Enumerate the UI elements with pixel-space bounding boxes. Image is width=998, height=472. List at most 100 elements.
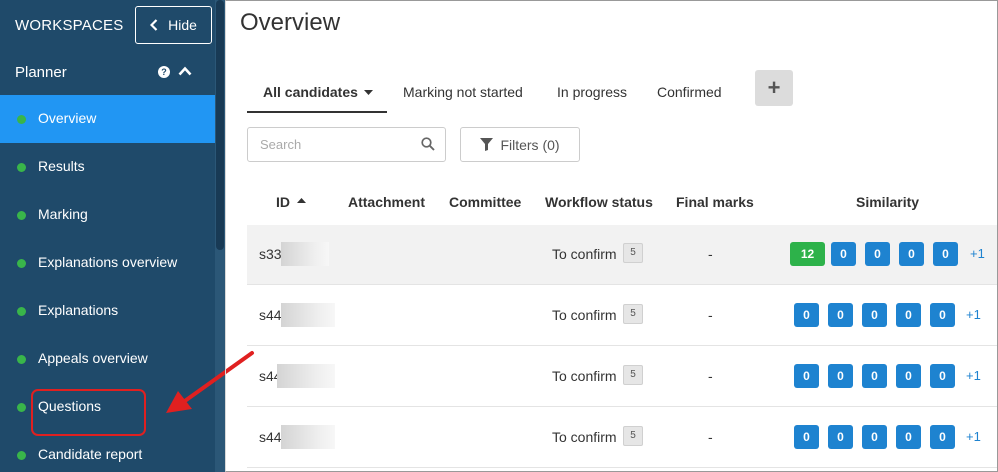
similarity-badge[interactable]: 0	[828, 425, 853, 449]
sidebar-item-candidate-report[interactable]: Candidate report	[0, 431, 215, 472]
similarity-badge[interactable]: 0	[862, 425, 887, 449]
similarity-badge[interactable]: 0	[794, 425, 819, 449]
similarity-more-link[interactable]: +1	[966, 307, 981, 322]
table-row[interactable]: s33 To confirm 5 - 12 0 0 0 0 +1	[247, 225, 997, 285]
similarity-badge[interactable]: 0	[899, 242, 924, 266]
table-row[interactable]: s44 To confirm 5 - 0 0 0 0 0 +1	[247, 408, 997, 468]
help-icon[interactable]: ?	[158, 66, 170, 78]
sidebar-item-label: Candidate report	[38, 446, 143, 462]
sidebar-item-label: Results	[38, 158, 85, 174]
active-tab-underline	[247, 111, 387, 113]
workflow-count-badge: 5	[623, 304, 643, 324]
sidebar-item-results[interactable]: Results	[0, 143, 215, 191]
similarity-badge[interactable]: 0	[930, 425, 955, 449]
redacted-id-block	[277, 364, 335, 388]
sidebar-item-label: Explanations	[38, 302, 119, 318]
candidate-id: s44	[259, 429, 282, 445]
status-dot	[17, 163, 26, 172]
similarity-badge[interactable]: 0	[930, 303, 955, 327]
status-dot	[17, 115, 26, 124]
column-header-similarity[interactable]: Similarity	[856, 194, 919, 210]
plus-icon: +	[767, 75, 781, 100]
add-tab-button[interactable]: +	[755, 70, 793, 106]
status-dot	[17, 307, 26, 316]
similarity-more-link[interactable]: +1	[970, 246, 985, 261]
column-header-attachment[interactable]: Attachment	[348, 194, 425, 210]
workflow-status: To confirm	[552, 429, 617, 445]
page-title: Overview	[240, 9, 341, 36]
chevron-up-icon[interactable]	[178, 66, 192, 76]
tab-all-candidates[interactable]: All candidates	[263, 84, 358, 100]
similarity-badge[interactable]: 0	[896, 303, 921, 327]
similarity-badge[interactable]: 0	[930, 364, 955, 388]
similarity-more-link[interactable]: +1	[966, 368, 981, 383]
similarity-more-link[interactable]: +1	[966, 429, 981, 444]
similarity-badge[interactable]: 0	[828, 364, 853, 388]
final-mark: -	[708, 246, 713, 262]
status-dot	[17, 211, 26, 220]
status-dot	[17, 403, 26, 412]
filters-label: Filters (0)	[500, 136, 560, 153]
tab-marking-not-started[interactable]: Marking not started	[403, 84, 523, 100]
search-box[interactable]	[247, 127, 446, 162]
similarity-badge[interactable]: 0	[933, 242, 958, 266]
sidebar-item-explanations[interactable]: Explanations	[0, 287, 215, 335]
column-header-id[interactable]: ID	[276, 194, 290, 210]
workflow-count-badge: 5	[623, 243, 643, 263]
similarity-badge[interactable]: 0	[862, 303, 887, 327]
workspaces-header: WORKSPACES Hide	[0, 0, 215, 50]
workflow-count-badge: 5	[623, 365, 643, 385]
status-dot	[17, 451, 26, 460]
workflow-status: To confirm	[552, 368, 617, 384]
similarity-badge[interactable]: 0	[828, 303, 853, 327]
sidebar-item-explanations-overview[interactable]: Explanations overview	[0, 239, 215, 287]
final-mark: -	[708, 368, 713, 384]
annotation-highlight-box	[31, 389, 146, 436]
status-dot	[17, 355, 26, 364]
final-mark: -	[708, 429, 713, 445]
caret-down-icon[interactable]	[364, 90, 373, 95]
sidebar-scroll-thumb[interactable]	[216, 0, 224, 250]
workflow-count-badge: 5	[623, 426, 643, 446]
sidebar-item-marking[interactable]: Marking	[0, 191, 215, 239]
similarity-badge[interactable]: 0	[896, 364, 921, 388]
sidebar-item-label: Explanations overview	[38, 254, 178, 270]
column-header-final-marks[interactable]: Final marks	[676, 194, 754, 210]
sort-ascending-icon[interactable]	[297, 198, 306, 203]
final-mark: -	[708, 307, 713, 323]
workspaces-title: WORKSPACES	[15, 17, 124, 34]
similarity-badge[interactable]: 0	[865, 242, 890, 266]
tab-in-progress[interactable]: In progress	[557, 84, 627, 100]
search-icon[interactable]	[421, 137, 435, 151]
table-row[interactable]: s44 To confirm 5 - 0 0 0 0 0 +1	[247, 347, 997, 407]
workflow-status: To confirm	[552, 246, 617, 262]
similarity-badge[interactable]: 0	[862, 364, 887, 388]
hide-sidebar-button[interactable]: Hide	[135, 6, 212, 44]
tab-confirmed[interactable]: Confirmed	[657, 84, 722, 100]
similarity-badge[interactable]: 0	[831, 242, 856, 266]
status-dot	[17, 259, 26, 268]
sidebar-item-label: Appeals overview	[38, 350, 148, 366]
chevron-left-icon	[150, 19, 158, 31]
filter-icon	[480, 138, 494, 151]
search-input[interactable]	[260, 137, 410, 152]
candidate-id: s44	[259, 307, 282, 323]
sidebar-item-label: Overview	[38, 110, 97, 126]
column-header-workflow-status[interactable]: Workflow status	[545, 194, 653, 210]
similarity-badge[interactable]: 12	[790, 242, 825, 266]
table-row[interactable]: s44 To confirm 5 - 0 0 0 0 0 +1	[247, 286, 997, 346]
redacted-id-block	[281, 425, 335, 449]
candidate-id: s33	[259, 246, 282, 262]
sidebar-item-overview[interactable]: Overview	[0, 95, 215, 143]
similarity-badge[interactable]: 0	[794, 303, 819, 327]
column-header-committee[interactable]: Committee	[449, 194, 521, 210]
redacted-id-block	[281, 303, 335, 327]
filters-button[interactable]: Filters (0)	[460, 127, 580, 162]
sidebar-item-label: Marking	[38, 206, 88, 222]
hide-button-label: Hide	[168, 17, 197, 33]
similarity-badge[interactable]: 0	[896, 425, 921, 449]
planner-section-label: Planner	[15, 64, 67, 81]
tab-bar: All candidates Marking not started In pr…	[247, 70, 987, 114]
similarity-badge[interactable]: 0	[794, 364, 819, 388]
redacted-id-block	[281, 242, 329, 266]
